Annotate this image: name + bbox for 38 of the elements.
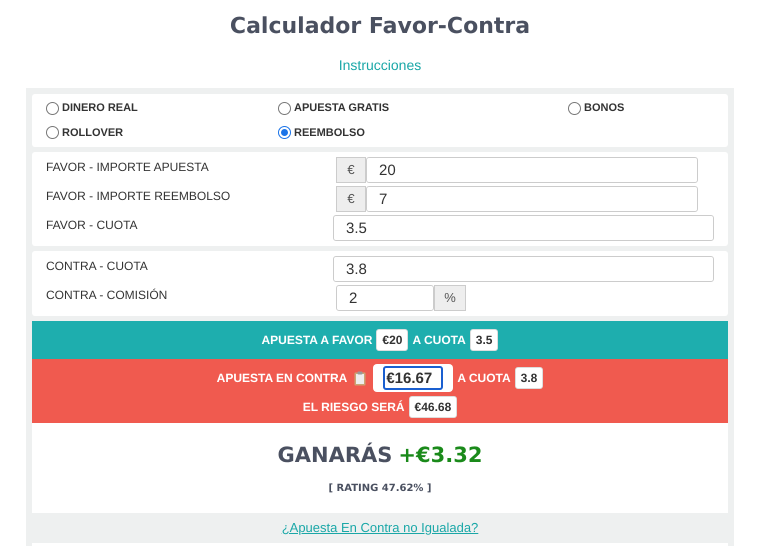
addon-label: € — [336, 157, 366, 183]
radio-button[interactable] — [46, 126, 59, 140]
field-label: CONTRA - COMISIÓN — [46, 287, 168, 304]
option-label: REEMBOLSO — [294, 126, 365, 140]
addon-label: % — [434, 285, 466, 311]
rating-text: [ RATING 47.62% ] — [328, 482, 432, 496]
value-badge: €20 — [376, 329, 408, 351]
value-badge: 3.5 — [470, 329, 498, 351]
field-label: FAVOR - IMPORTE REEMBOLSO — [46, 188, 232, 205]
option-label: DINERO REAL — [62, 101, 138, 116]
stake-input[interactable]: €16.67 — [383, 366, 444, 390]
radio-button[interactable] — [46, 102, 59, 115]
input-field[interactable]: 7 — [366, 186, 698, 212]
result-label: A CUOTA — [457, 370, 511, 387]
page-title: Calculador Favor-Contra — [230, 13, 530, 41]
option-label: BONOS — [584, 101, 624, 116]
addon-label: € — [336, 186, 366, 212]
input-field[interactable]: 20 — [366, 157, 698, 183]
value-badge: €46.68 — [408, 396, 458, 418]
clipboard-icon[interactable] — [354, 370, 366, 386]
winnings-amount: +€3.32 — [398, 442, 482, 469]
field-label: CONTRA - CUOTA — [46, 258, 149, 275]
result-label: APUESTA A FAVOR — [262, 332, 372, 349]
field-label: FAVOR - CUOTA — [46, 217, 139, 234]
radio-button[interactable] — [568, 102, 581, 115]
result-label: A CUOTA — [412, 332, 466, 349]
winnings-label: GANARÁS — [278, 442, 392, 469]
input-field[interactable]: 3.5 — [333, 215, 714, 241]
option-label: ROLLOVER — [62, 126, 124, 140]
input-field[interactable]: 3.8 — [333, 256, 714, 282]
radio-button[interactable] — [278, 102, 291, 115]
result-label: EL RIESGO SERÁ — [302, 399, 405, 416]
result-label: APUESTA EN CONTRA — [216, 370, 348, 387]
option-label: APUESTA GRATIS — [294, 101, 390, 116]
field-label: FAVOR - IMPORTE APUESTA — [46, 159, 210, 176]
radio-button[interactable] — [278, 126, 291, 140]
value-badge: 3.8 — [514, 367, 544, 389]
input-field[interactable]: 2 — [336, 285, 434, 311]
